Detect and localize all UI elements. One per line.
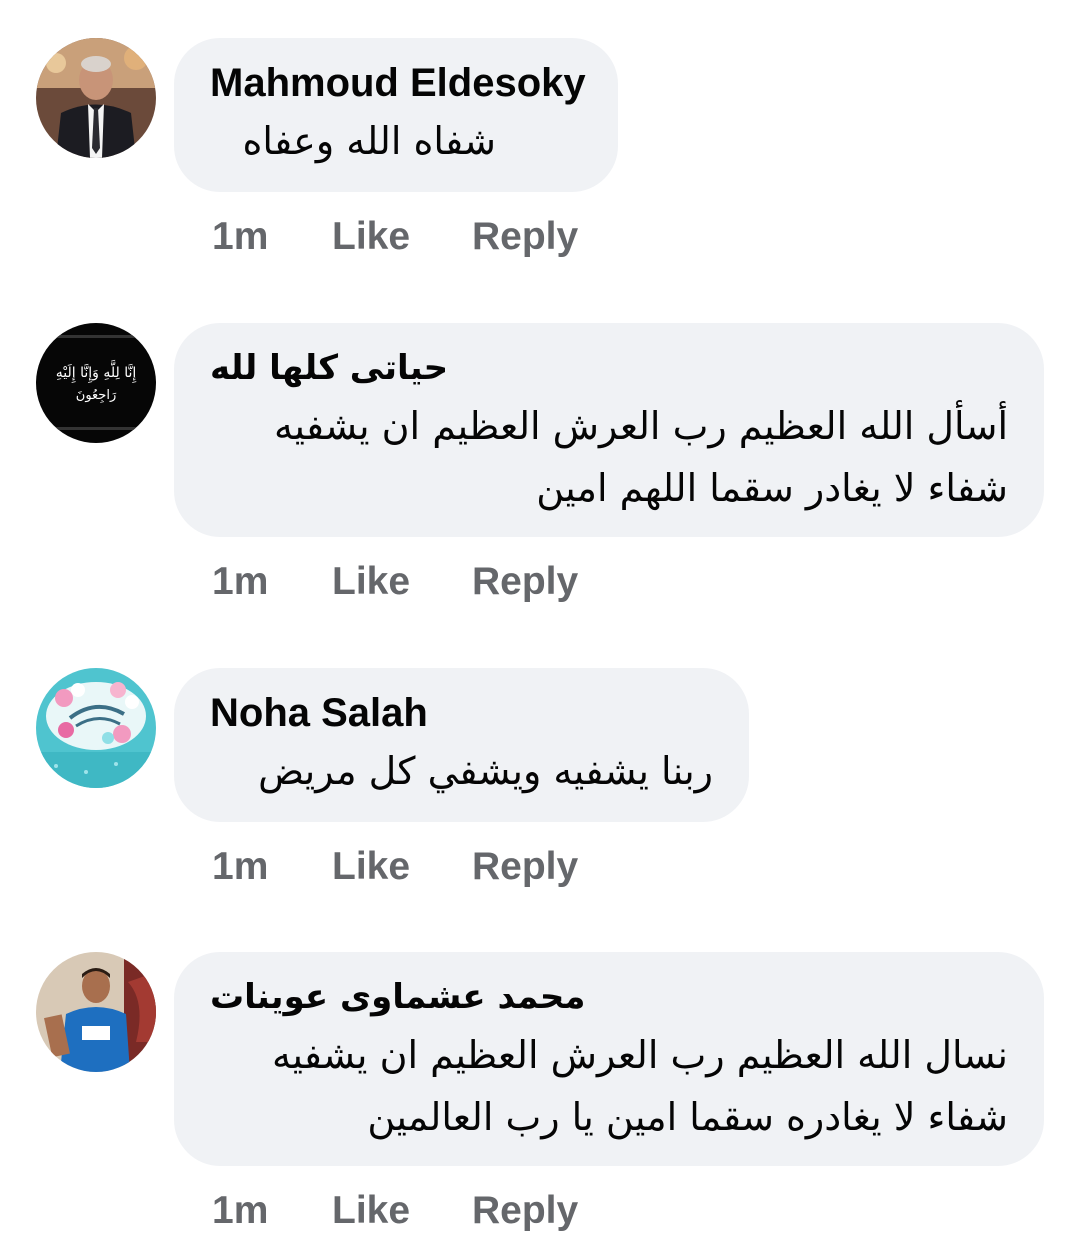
comment-text: ربنا يشفيه ويشفي كل مريض — [258, 749, 713, 793]
comment-text: أسأل الله العظيم رب العرش العظيم ان يشفي… — [274, 404, 1008, 448]
comment-actions: 1m Like Reply — [212, 844, 578, 890]
comment-text: نسال الله العظيم رب العرش العظيم ان يشفي… — [271, 1033, 1008, 1077]
comment-author[interactable]: Noha Salah — [210, 690, 713, 736]
comment-text: شفاء لا يغادر سقما اللهم امين — [536, 466, 1008, 510]
avatar[interactable] — [36, 668, 156, 788]
comment-timestamp[interactable]: 1m — [212, 1188, 332, 1234]
comment-timestamp[interactable]: 1m — [212, 844, 332, 890]
reply-button[interactable]: Reply — [472, 1188, 578, 1234]
comment-timestamp[interactable]: 1m — [212, 559, 332, 605]
like-button[interactable]: Like — [332, 844, 472, 890]
comment-text: شفاء لا يغادره سقما امين يا رب العالمين — [367, 1095, 1008, 1139]
comment-bubble: Mahmoud Eldesoky شفاه الله وعفاه — [174, 38, 618, 192]
avatar-calligraphy: رَاجِعُونَ — [76, 388, 117, 403]
reply-button[interactable]: Reply — [472, 844, 578, 890]
avatar[interactable]: إِنَّا لِلَّهِ وَإِنَّا إِلَيْهِ رَاجِعُ… — [36, 323, 156, 443]
comment-timestamp[interactable]: 1m — [212, 214, 332, 260]
comment-author[interactable]: محمد عشماوى عوينات — [210, 974, 1008, 1020]
comment-bubble: محمد عشماوى عوينات نسال الله العظيم رب ا… — [174, 952, 1044, 1166]
reply-button[interactable]: Reply — [472, 214, 578, 260]
comment-author[interactable]: حياتى كلها لله — [210, 345, 1008, 391]
avatar[interactable] — [36, 38, 156, 158]
comment-actions: 1m Like Reply — [212, 214, 578, 260]
reply-button[interactable]: Reply — [472, 559, 578, 605]
like-button[interactable]: Like — [332, 1188, 472, 1234]
like-button[interactable]: Like — [332, 214, 472, 260]
comment-text: شفاه الله وعفاه — [242, 119, 496, 163]
comment-bubble: حياتى كلها لله أسأل الله العظيم رب العرش… — [174, 323, 1044, 537]
comment-actions: 1m Like Reply — [212, 559, 578, 605]
comment-author[interactable]: Mahmoud Eldesoky — [210, 60, 586, 106]
comment-actions: 1m Like Reply — [212, 1188, 578, 1234]
like-button[interactable]: Like — [332, 559, 472, 605]
avatar[interactable] — [36, 952, 156, 1072]
comment-bubble: Noha Salah ربنا يشفيه ويشفي كل مريض — [174, 668, 749, 822]
